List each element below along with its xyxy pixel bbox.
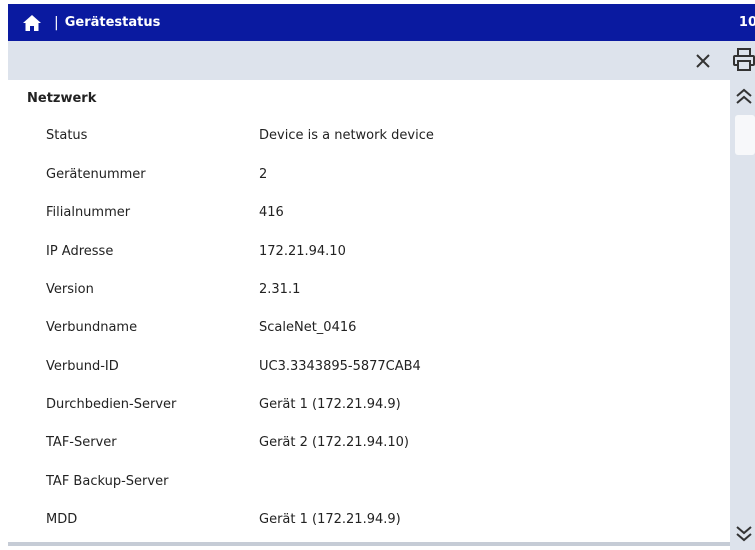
table-row: Verbund-ID UC3.3343895-5877CAB4 [8, 348, 730, 386]
content-bottom-border [8, 542, 730, 546]
double-chevron-down-icon[interactable] [734, 522, 754, 544]
row-value: Gerät 2 (172.21.94.10) [259, 435, 409, 450]
table-row: Durchbedien-Server Gerät 1 (172.21.94.9) [8, 386, 730, 424]
row-value: ScaleNet_0416 [259, 320, 357, 335]
row-label: TAF-Server [46, 435, 117, 450]
scroll-thumb[interactable] [735, 115, 755, 155]
header-right-text: 10 [738, 15, 755, 30]
row-label: Durchbedien-Server [46, 397, 177, 412]
scrollbar[interactable] [730, 80, 755, 550]
table-row: MDD Gerät 1 (172.21.94.9) [8, 501, 730, 539]
device-status-panel: Netzwerk Status Device is a network devi… [8, 80, 730, 542]
page-title: Gerätestatus [64, 15, 161, 30]
row-label: Status [46, 128, 88, 143]
row-label: Verbund-ID [46, 359, 119, 374]
table-row: Version 2.31.1 [8, 271, 730, 309]
row-value: Gerät 1 (172.21.94.9) [259, 512, 401, 527]
row-label: MDD [46, 512, 78, 527]
row-value: UC3.3343895-5877CAB4 [259, 359, 421, 374]
table-row: Filialnummer 416 [8, 194, 730, 232]
table-row: TAF-Server Gerät 2 (172.21.94.10) [8, 424, 730, 462]
table-row: IP Adresse 172.21.94.10 [8, 233, 730, 271]
section-title: Netzwerk [27, 91, 97, 106]
row-label: Gerätenummer [46, 167, 146, 182]
row-value: 2.31.1 [259, 282, 301, 297]
table-row: Status Device is a network device [8, 117, 730, 155]
double-chevron-up-icon[interactable] [734, 86, 754, 108]
print-icon[interactable] [732, 47, 755, 73]
home-icon[interactable] [14, 4, 50, 41]
row-label: Filialnummer [46, 205, 131, 220]
row-value: Gerät 1 (172.21.94.9) [259, 397, 401, 412]
row-value: 416 [259, 205, 284, 220]
table-row: Verbundname ScaleNet_0416 [8, 309, 730, 347]
title-separator: | [54, 14, 59, 31]
row-label: IP Adresse [46, 244, 114, 259]
close-icon[interactable] [691, 49, 715, 73]
row-label: Verbundname [46, 320, 138, 335]
title-bar: | Gerätestatus 10 [8, 4, 755, 41]
row-value: 172.21.94.10 [259, 244, 346, 259]
row-label: Version [46, 282, 94, 297]
table-row: Gerätenummer 2 [8, 156, 730, 194]
row-value: 2 [259, 167, 268, 182]
table-row: TAF Backup-Server [8, 463, 730, 501]
row-label: TAF Backup-Server [46, 474, 169, 489]
toolbar [8, 41, 755, 80]
row-value: Device is a network device [259, 128, 434, 143]
